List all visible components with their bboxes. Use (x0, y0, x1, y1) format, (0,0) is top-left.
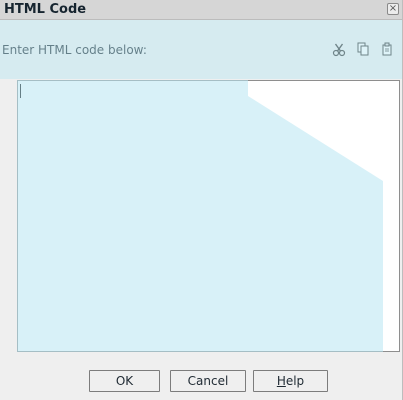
text-caret (20, 84, 21, 98)
help-button[interactable]: Help (253, 370, 328, 392)
html-code-textarea[interactable] (17, 80, 400, 352)
help-label-rest: elp (285, 374, 305, 388)
close-button[interactable]: × (387, 3, 399, 15)
cut-icon[interactable] (331, 41, 347, 57)
prompt-label: Enter HTML code below: (2, 43, 147, 57)
help-mnemonic: H (276, 374, 286, 388)
html-code-dialog: HTML Code × Enter HTML code below: OK Ca… (0, 0, 403, 400)
copy-icon[interactable] (355, 41, 371, 57)
paste-icon[interactable] (379, 41, 395, 57)
cancel-button[interactable]: Cancel (170, 370, 246, 392)
title-bar: HTML Code × (0, 0, 402, 20)
ok-button[interactable]: OK (89, 370, 160, 392)
dialog-title: HTML Code (4, 2, 87, 17)
